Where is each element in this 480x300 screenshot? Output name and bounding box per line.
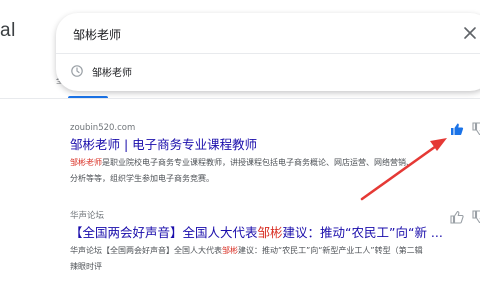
- title-text-end: 建议：推动“农民工”向“新 ...: [282, 225, 443, 240]
- title-text: | 电子商务专业课程教师: [120, 137, 258, 152]
- search-result: zoubin520.com 邹彬老师 | 电子商务专业课程教师 邹彬老师是职业院…: [70, 122, 480, 186]
- snippet-text-end: 建议：推动“农民工”向“新型产业工人”转型（第二辑: [238, 246, 423, 255]
- suggestion-label: 邹彬老师: [92, 67, 132, 79]
- result-snippet: 华声论坛【全国两会好声音】全国人大代表邹彬建议：推动“农民工”向“新型产业工人”…: [70, 244, 480, 258]
- result-cite: zoubin520.com: [70, 123, 136, 133]
- result-snippet-line-2: 分析等等，组织学生参加电子商务竞赛。: [70, 174, 214, 183]
- thumbs-down-icon[interactable]: [472, 122, 480, 136]
- thumbs-up-outline-icon[interactable]: [450, 210, 464, 224]
- snippet-text: 华声论坛【全国两会好声音】全国人大代表: [70, 246, 222, 255]
- search-box: 邹彬老师: [56, 13, 480, 91]
- thumbs-down-icon[interactable]: [472, 210, 480, 224]
- history-icon: [71, 65, 83, 77]
- result-snippet-line-2: 辣眼时评: [70, 262, 102, 271]
- close-icon: [464, 27, 476, 39]
- snippet-highlight: 邹彬: [222, 246, 238, 255]
- thumbs-up-icon[interactable]: [450, 122, 464, 136]
- search-input[interactable]: [73, 22, 413, 46]
- result-snippet: 邹彬老师是职业院校电子商务专业课程教师，讲授课程包括电子商务概论、网店运营、网络…: [70, 156, 480, 170]
- tabs-divider: [0, 98, 480, 99]
- result-title-link[interactable]: 【全国两会好声音】全国人大代表邹彬建议：推动“农民工”向“新 ...: [70, 224, 480, 242]
- search-result: 华声论坛 【全国两会好声音】全国人大代表邹彬建议：推动“农民工”向“新 ... …: [70, 210, 480, 274]
- result-title-link[interactable]: 邹彬老师 | 电子商务专业课程教师: [70, 136, 480, 154]
- logo-fragment: al: [0, 20, 16, 41]
- snippet-text: 是职业院校电子商务专业课程教师，讲授课程包括电子商务概论、网店运营、网络营销、: [102, 158, 414, 167]
- suggestion-divider: [56, 53, 480, 54]
- result-cite: 华声论坛: [70, 211, 105, 221]
- clear-search-button[interactable]: [460, 23, 480, 43]
- title-highlight: 邹彬: [257, 225, 283, 240]
- title-highlight: 邹彬老师: [70, 137, 121, 152]
- title-text: 【全国两会好声音】全国人大代表: [70, 225, 258, 240]
- suggestion-item[interactable]: 邹彬老师: [70, 59, 436, 83]
- snippet-highlight: 邹彬老师: [70, 158, 102, 167]
